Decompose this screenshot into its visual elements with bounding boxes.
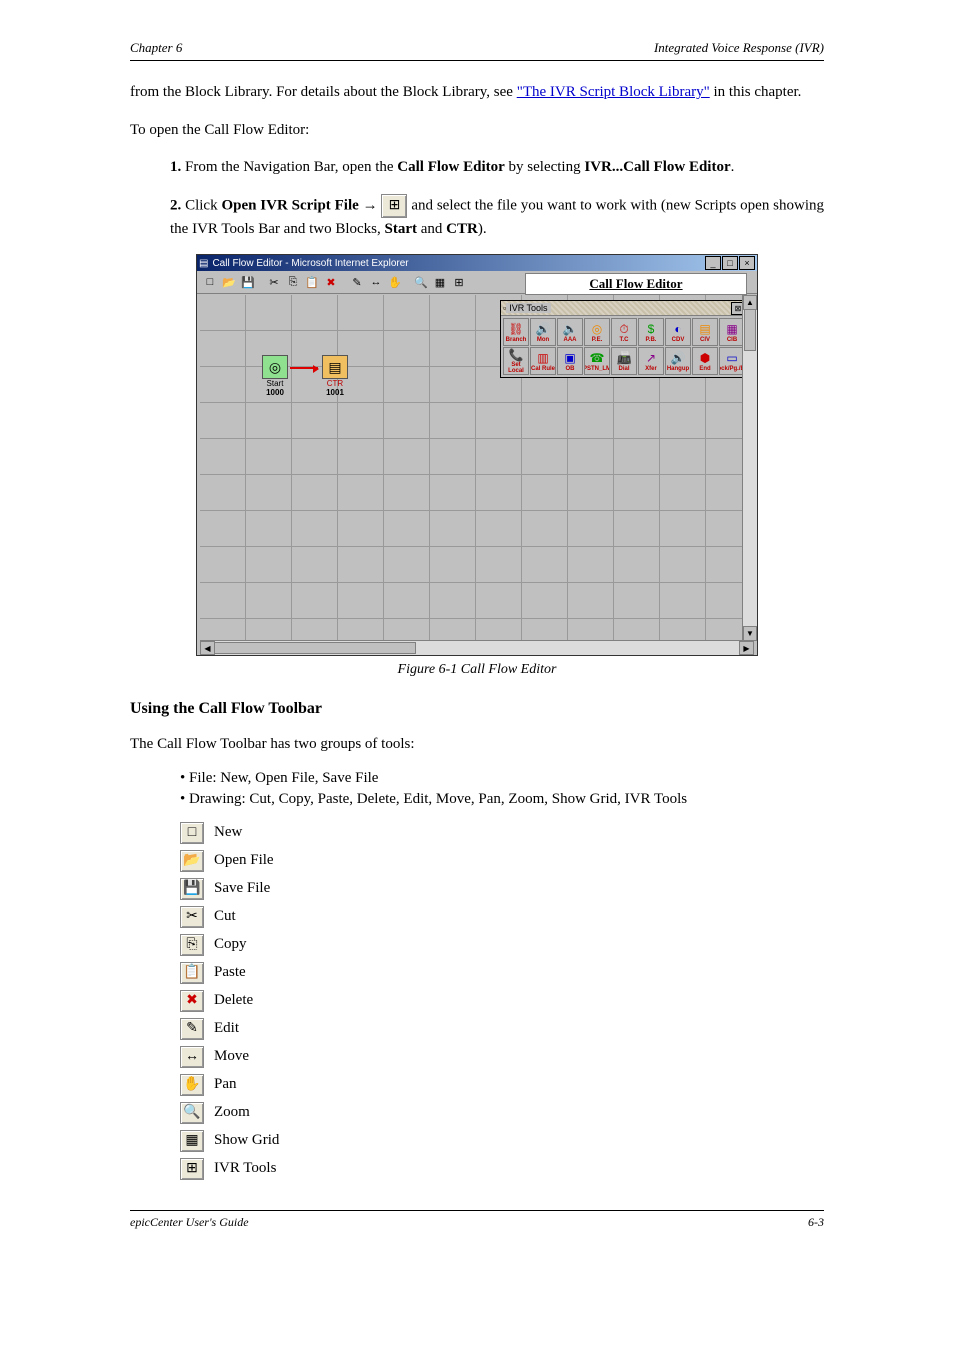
toolbar-item-move: ↔ Move bbox=[180, 1046, 824, 1068]
maximize-button[interactable]: □ bbox=[722, 256, 738, 270]
move-icon[interactable]: ↔ bbox=[367, 273, 385, 291]
save-file-icon: 💾 bbox=[180, 878, 204, 900]
copy-tool-icon: ⎘ bbox=[180, 934, 204, 956]
cut-icon[interactable]: ✂ bbox=[265, 273, 283, 291]
figure-caption: Figure 6-1 Call Flow Editor bbox=[130, 662, 824, 678]
block-library-link[interactable]: "The IVR Script Block Library" bbox=[517, 84, 710, 100]
scroll-thumb-v[interactable] bbox=[744, 309, 756, 351]
zoom-icon[interactable]: 🔍 bbox=[412, 273, 430, 291]
edit-icon[interactable]: ✎ bbox=[348, 273, 366, 291]
toolbar-item-save: 💾 Save File bbox=[180, 878, 824, 900]
palette-tool-branch[interactable]: ⛓Branch bbox=[503, 318, 529, 346]
palette-tool-xfer[interactable]: ↗Xfer bbox=[638, 347, 664, 375]
step-1: 1. From the Navigation Bar, open the Cal… bbox=[170, 156, 824, 179]
paste-tool-icon: 📋 bbox=[180, 962, 204, 984]
palette-tool-ob[interactable]: ▣OB bbox=[557, 347, 583, 375]
pan-tool-icon: ✋ bbox=[180, 1074, 204, 1096]
window-titlebar: ▤ Call Flow Editor - Microsoft Internet … bbox=[197, 255, 757, 271]
toolbar-item-edit: ✎ Edit bbox=[180, 1018, 824, 1040]
toolbar-item-delete: ✖ Delete bbox=[180, 990, 824, 1012]
page-header: Chapter 6 Integrated Voice Response (IVR… bbox=[130, 40, 824, 61]
footer-doc-title: epicCenter User's Guide bbox=[130, 1215, 249, 1230]
edit-tool-icon: ✎ bbox=[180, 1018, 204, 1040]
editor-header-label: Call Flow Editor bbox=[525, 273, 747, 295]
step-2: 2. Click Open IVR Script File → ⊞ and se… bbox=[170, 194, 824, 241]
palette-tool-cal-rule[interactable]: ▥Cal Rule bbox=[530, 347, 556, 375]
palette-tool-pstn-lm[interactable]: ☎PSTN_LM bbox=[584, 347, 610, 375]
toolbar-item-pan: ✋ Pan bbox=[180, 1074, 824, 1096]
scroll-right-icon[interactable]: ▶ bbox=[739, 641, 754, 655]
page-footer: epicCenter User's Guide 6-3 bbox=[130, 1210, 824, 1230]
scroll-left-icon[interactable]: ◀ bbox=[200, 641, 215, 655]
ivr-tools-toolbar-icon: ⊞ bbox=[180, 1158, 204, 1180]
cut-tool-icon: ✂ bbox=[180, 906, 204, 928]
ivr-tools-icon[interactable]: ⊞ bbox=[450, 273, 468, 291]
ivr-tools-inline-icon: ⊞ bbox=[381, 194, 407, 218]
paste-icon[interactable]: 📋 bbox=[303, 273, 321, 291]
app-icon: ▤ bbox=[199, 258, 208, 269]
vertical-scrollbar[interactable]: ▲ ▼ bbox=[742, 295, 757, 641]
delete-tool-icon: ✖ bbox=[180, 990, 204, 1012]
palette-tool-cdv[interactable]: ◐CDV bbox=[665, 318, 691, 346]
palette-tool-civ[interactable]: ▤CIV bbox=[692, 318, 718, 346]
toolbar-item-ivrtools: ⊞ IVR Tools bbox=[180, 1158, 824, 1180]
palette-tool-hangup[interactable]: 🔊Hangup bbox=[665, 347, 691, 375]
ivr-tools-palette[interactable]: ▫ IVR Tools ⊠ ⛓Branch🔊Mon🔈AAA◎P.E.⏱T.C$P… bbox=[500, 300, 748, 378]
open-editor-lead: To open the Call Flow Editor: bbox=[130, 119, 824, 142]
horizontal-scrollbar[interactable]: ◀ ▶ bbox=[200, 640, 754, 655]
grid-icon[interactable]: ▦ bbox=[431, 273, 449, 291]
start-node[interactable]: ◎ Start 1000 bbox=[260, 355, 290, 397]
palette-tool-mon[interactable]: 🔊Mon bbox=[530, 318, 556, 346]
palette-tool-aaa[interactable]: 🔈AAA bbox=[557, 318, 583, 346]
toolbar-item-zoom: 🔍 Zoom bbox=[180, 1102, 824, 1124]
minimize-button[interactable]: _ bbox=[705, 256, 721, 270]
scroll-down-icon[interactable]: ▼ bbox=[743, 626, 757, 641]
palette-tool-end[interactable]: ⬢End bbox=[692, 347, 718, 375]
palette-tool-dial[interactable]: 📠Dial bbox=[611, 347, 637, 375]
connector-arrow bbox=[290, 367, 318, 369]
grid-tool-icon: ▦ bbox=[180, 1130, 204, 1152]
palette-titlebar[interactable]: ▫ IVR Tools ⊠ bbox=[501, 301, 747, 316]
save-icon[interactable]: 💾 bbox=[239, 273, 257, 291]
scroll-thumb-h[interactable] bbox=[214, 642, 416, 654]
move-tool-icon: ↔ bbox=[180, 1046, 204, 1068]
toolbar-item-cut: ✂ Cut bbox=[180, 906, 824, 928]
toolbar-item-paste: 📋 Paste bbox=[180, 962, 824, 984]
toolbar-group-drawing: • Drawing: Cut, Copy, Paste, Delete, Edi… bbox=[180, 791, 824, 808]
palette-tool-p-e-[interactable]: ◎P.E. bbox=[584, 318, 610, 346]
toolbar-section-heading: Using the Call Flow Toolbar bbox=[130, 700, 824, 718]
palette-body: ⛓Branch🔊Mon🔈AAA◎P.E.⏱T.C$P.B.◐CDV▤CIV▦CI… bbox=[501, 316, 747, 377]
header-chapter: Chapter 6 bbox=[130, 40, 182, 56]
toolbar-item-new: □ New bbox=[180, 822, 824, 844]
footer-page-number: 6-3 bbox=[808, 1215, 824, 1230]
delete-icon[interactable]: ✖ bbox=[322, 273, 340, 291]
call-flow-editor-screenshot: ▤ Call Flow Editor - Microsoft Internet … bbox=[196, 254, 758, 656]
intro-continuation: from the Block Library. For details abou… bbox=[130, 81, 824, 104]
new-icon[interactable]: □ bbox=[201, 273, 219, 291]
palette-tool-t-c[interactable]: ⏱T.C bbox=[611, 318, 637, 346]
ctr-node[interactable]: ▤ CTR 1001 bbox=[320, 355, 350, 397]
toolbar-item-open: 📂 Open File bbox=[180, 850, 824, 872]
toolbar-intro: The Call Flow Toolbar has two groups of … bbox=[130, 733, 824, 756]
zoom-tool-icon: 🔍 bbox=[180, 1102, 204, 1124]
window-title: Call Flow Editor - Microsoft Internet Ex… bbox=[208, 258, 704, 269]
palette-title-text: IVR Tools bbox=[506, 303, 550, 313]
open-icon[interactable]: 📂 bbox=[220, 273, 238, 291]
new-file-icon: □ bbox=[180, 822, 204, 844]
palette-tool-p-b-[interactable]: $P.B. bbox=[638, 318, 664, 346]
open-file-icon: 📂 bbox=[180, 850, 204, 872]
editor-canvas[interactable]: ◎ Start 1000 ▤ CTR 1001 ▫ IVR Tools ⊠ ⛓B… bbox=[200, 295, 754, 641]
scroll-up-icon[interactable]: ▲ bbox=[743, 295, 757, 310]
pan-icon[interactable]: ✋ bbox=[386, 273, 404, 291]
close-button[interactable]: × bbox=[739, 256, 755, 270]
copy-icon[interactable]: ⎘ bbox=[284, 273, 302, 291]
header-title: Integrated Voice Response (IVR) bbox=[654, 40, 824, 56]
toolbar-item-copy: ⎘ Copy bbox=[180, 934, 824, 956]
palette-tool-set-local[interactable]: 📞Set Local bbox=[503, 347, 529, 375]
toolbar-group-file: • File: New, Open File, Save File bbox=[180, 770, 824, 787]
toolbar-item-grid: ▦ Show Grid bbox=[180, 1130, 824, 1152]
